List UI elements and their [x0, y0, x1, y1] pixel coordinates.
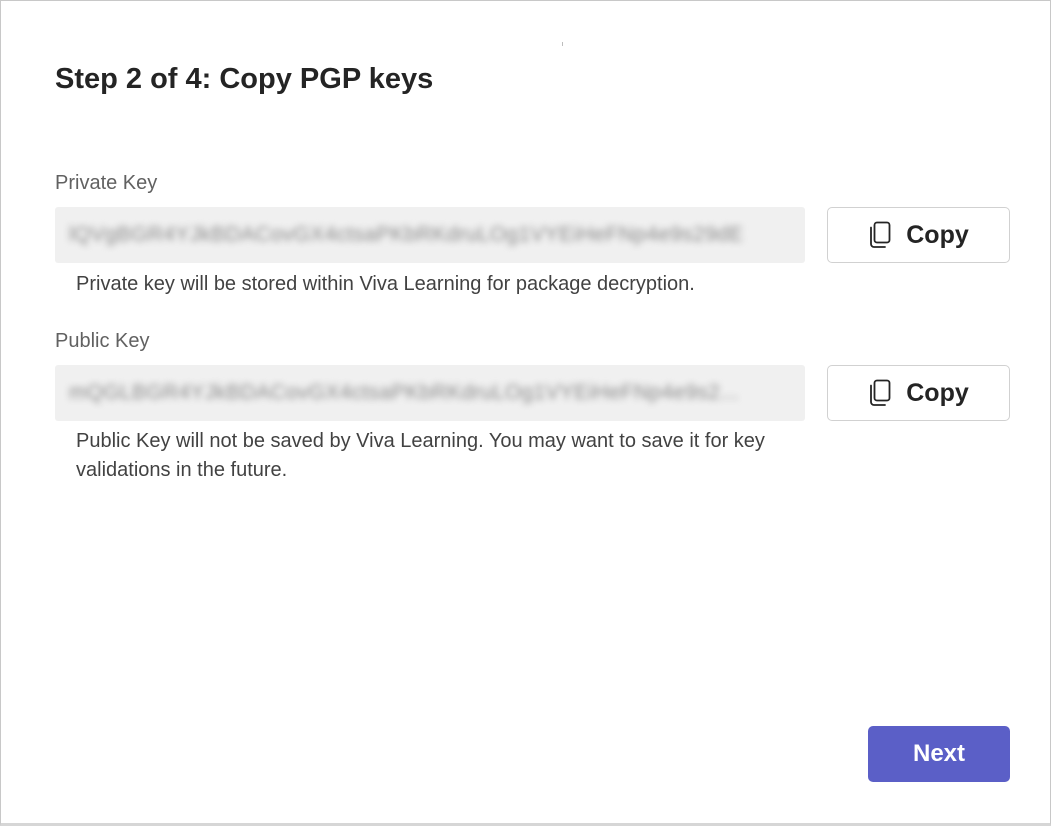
- public-key-helper-text: Public Key will not be saved by Viva Lea…: [76, 430, 765, 481]
- copy-pgp-keys-dialog: Step 2 of 4: Copy PGP keys Private Key l…: [0, 0, 1051, 826]
- next-button[interactable]: Next: [868, 726, 1010, 782]
- public-key-label: Public Key: [55, 330, 150, 352]
- private-key-helper-text: Private key will be stored within Viva L…: [76, 273, 695, 295]
- private-key-label: Private Key: [55, 172, 158, 194]
- page-title: Step 2 of 4: Copy PGP keys: [55, 63, 434, 95]
- private-key-field[interactable]: lQVgBGR4YJkBDACovGX4ctsaPKbRKdruLOg1VYEi…: [55, 207, 805, 263]
- copy-private-key-button[interactable]: Copy: [827, 207, 1010, 263]
- private-key-value: lQVgBGR4YJkBDACovGX4ctsaPKbRKdruLOg1VYEi…: [69, 223, 744, 246]
- public-key-value: mQGLBGR4YJkBDACovGX4ctsaPKbRKdruLOg1VYEi…: [69, 381, 739, 404]
- copy-icon: [870, 221, 891, 248]
- copy-public-key-button[interactable]: Copy: [827, 365, 1010, 421]
- copy-button-label: Copy: [906, 220, 969, 249]
- copy-button-label: Copy: [906, 378, 969, 407]
- public-key-field[interactable]: mQGLBGR4YJkBDACovGX4ctsaPKbRKdruLOg1VYEi…: [55, 365, 805, 421]
- copy-icon: [870, 379, 891, 406]
- divider-mark: [562, 42, 563, 46]
